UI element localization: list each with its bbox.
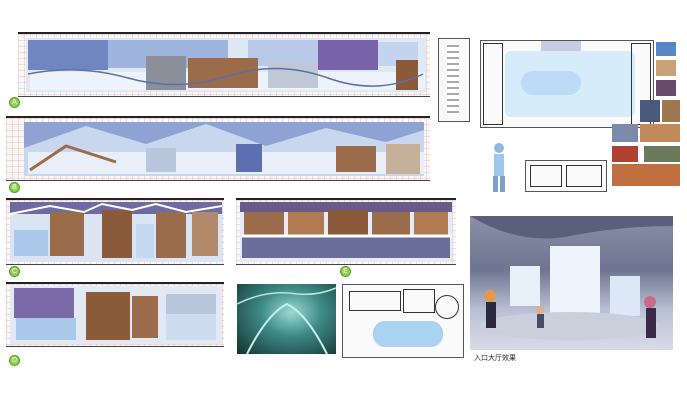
design-board: A B C E D 入口大厅效果 xyxy=(0,0,687,402)
plan-room xyxy=(566,165,602,187)
elevation-d-drawing xyxy=(10,286,222,344)
plan-fill-photo xyxy=(541,41,581,51)
floor-plan-detail xyxy=(525,160,607,192)
reference-photo xyxy=(644,146,680,162)
floor-plan-main xyxy=(480,40,654,128)
plan-room xyxy=(483,43,503,125)
reference-photo xyxy=(656,60,676,76)
elevation-e-label: E xyxy=(340,266,351,277)
plan-ice-area xyxy=(373,321,443,347)
elevation-c-drawing xyxy=(9,202,223,262)
entrance-hall-render xyxy=(470,216,673,350)
reference-photo xyxy=(656,42,676,56)
plan-ice-path xyxy=(521,71,581,95)
ice-cave-photo xyxy=(237,284,336,354)
floor-plan-small xyxy=(342,284,464,358)
elevation-e xyxy=(236,198,456,265)
reference-photo xyxy=(656,80,676,96)
reference-photo xyxy=(612,146,638,162)
section-drawing xyxy=(438,38,470,122)
elevation-a xyxy=(18,32,430,97)
reference-photo xyxy=(612,124,638,142)
elevation-d-label: D xyxy=(9,355,20,366)
plan-room xyxy=(530,165,562,187)
reference-photo xyxy=(662,100,680,122)
reference-photo xyxy=(640,124,680,142)
elevation-b-drawing xyxy=(24,122,424,176)
elevation-a-drawing xyxy=(26,38,426,92)
section-strip xyxy=(447,45,459,115)
reference-photo xyxy=(640,100,660,122)
elevation-b-label: B xyxy=(9,182,20,193)
render-caption: 入口大厅效果 xyxy=(474,355,516,362)
plan-room xyxy=(349,291,401,311)
plan-room xyxy=(435,295,459,319)
elevation-e-drawing xyxy=(240,202,452,262)
elevation-c-label: C xyxy=(9,266,20,277)
elevation-a-label: A xyxy=(9,97,20,108)
figure-sketch xyxy=(484,140,514,194)
reference-photo xyxy=(612,164,680,186)
elevation-d xyxy=(6,282,224,347)
plan-room xyxy=(403,289,435,313)
elevation-c xyxy=(6,198,224,265)
elevation-b xyxy=(6,116,430,181)
